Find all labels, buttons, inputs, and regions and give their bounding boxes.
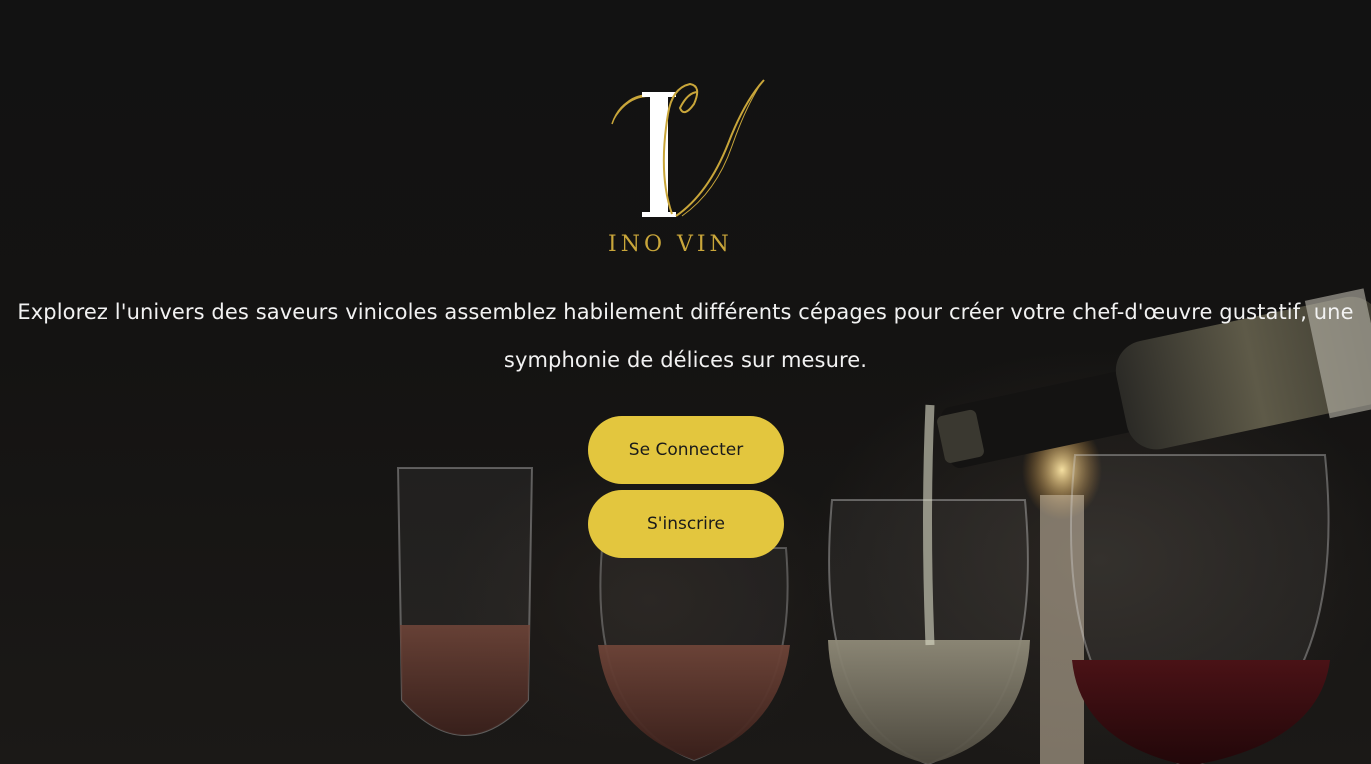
wine-stream xyxy=(923,404,935,646)
hero-tagline: Explorez l'univers des saveurs vinicoles… xyxy=(17,300,1354,372)
login-button[interactable]: Se Connecter xyxy=(588,416,784,484)
flute-glass xyxy=(396,467,534,736)
logo-wordmark: INO VIN xyxy=(608,232,733,257)
signup-button[interactable]: S'inscrire xyxy=(588,490,784,558)
red-wine-glass xyxy=(1069,454,1330,764)
ino-vin-logo: INO VIN xyxy=(608,79,765,257)
rose-glass xyxy=(598,547,790,762)
